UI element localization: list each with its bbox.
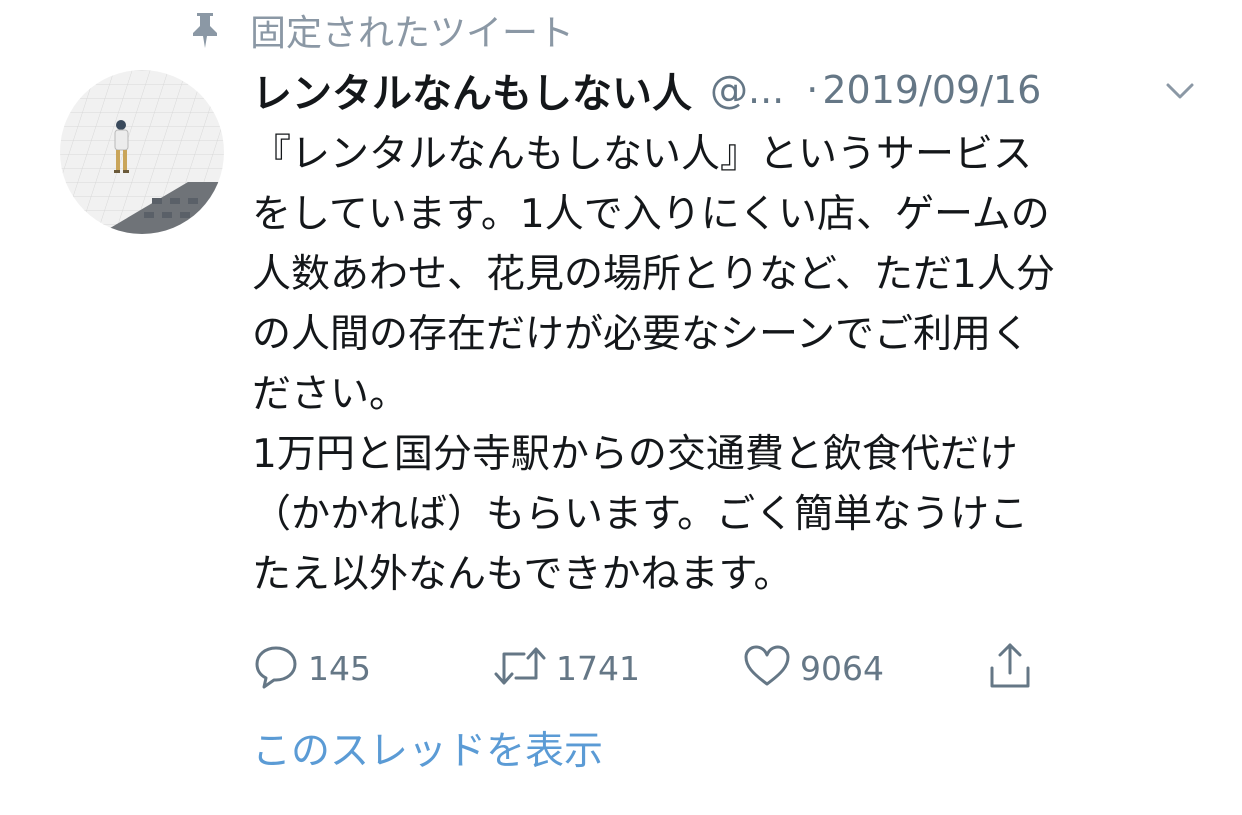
retweet-count: 1741 bbox=[556, 648, 640, 688]
show-thread-link[interactable]: このスレッドを表示 bbox=[252, 722, 603, 782]
reply-button[interactable]: 145 bbox=[252, 638, 371, 698]
retweet-button[interactable]: 1741 bbox=[492, 638, 640, 698]
like-count: 9064 bbox=[800, 648, 884, 688]
tweet-text-line: たえ以外なんもできかねます。 bbox=[252, 552, 793, 597]
tweet-text: 『レンタルなんもしない人』というサービス をしています。1人で入りにくい店、ゲー… bbox=[252, 125, 1182, 605]
user-handle[interactable]: @... bbox=[710, 68, 784, 112]
pinned-label: 固定されたツイート bbox=[250, 13, 575, 54]
reply-count: 145 bbox=[308, 648, 371, 688]
heart-icon bbox=[742, 642, 792, 694]
tweet-text-line: 人数あわせ、花見の場所とりなど、ただ1人分 bbox=[252, 252, 1055, 297]
tweet-text-line: をしています。1人で入りにくい店、ゲームの bbox=[252, 192, 1050, 237]
tweet-text-line: 1万円と国分寺駅からの交通費と飲食代だけ bbox=[252, 432, 1018, 477]
tweet-date[interactable]: 2019/09/16 bbox=[822, 68, 1041, 112]
reply-icon bbox=[252, 642, 300, 694]
separator-dot: · bbox=[806, 68, 819, 112]
display-name[interactable]: レンタルなんもしない人 bbox=[252, 61, 692, 119]
tweet-text-line: の人間の存在だけが必要なシーンでご利用く bbox=[252, 312, 1031, 357]
tweet-text-line: （かかれば）もらいます。ごく簡単なうけこ bbox=[252, 492, 1029, 537]
tweet-actions: 145 1741 9064 bbox=[252, 638, 1052, 698]
retweet-icon bbox=[492, 642, 548, 694]
chevron-down-icon[interactable] bbox=[1163, 74, 1197, 108]
share-icon bbox=[986, 640, 1034, 696]
tweet-header: レンタルなんもしない人 @... · 2019/09/16 bbox=[252, 62, 1197, 118]
avatar[interactable] bbox=[60, 70, 224, 234]
like-button[interactable]: 9064 bbox=[742, 638, 884, 698]
share-button[interactable] bbox=[986, 638, 1034, 698]
pin-icon bbox=[188, 10, 222, 50]
tweet-text-line: 『レンタルなんもしない人』というサービス bbox=[252, 132, 1033, 177]
pinned-tweet-indicator: 固定されたツイート bbox=[188, 6, 574, 54]
tweet-text-line: ださい。 bbox=[252, 372, 409, 417]
